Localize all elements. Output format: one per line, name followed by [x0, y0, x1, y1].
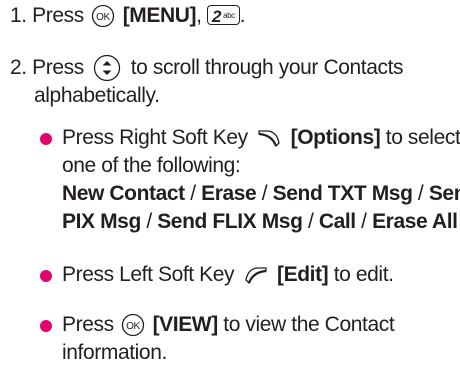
ok-key-icon: OK — [121, 314, 145, 337]
bullet-marker — [40, 320, 52, 332]
key-letters: abc — [223, 11, 235, 21]
bullet-2-text-after: to edit. — [333, 263, 394, 286]
edit-label: [Edit] — [277, 263, 329, 286]
bullet-1-line-2: one of the following: — [62, 154, 241, 177]
bullet-marker — [40, 270, 52, 282]
step-1-number: 1. — [10, 4, 27, 27]
options-line-2: PIX Msg / Send FLIX Msg / Call / Erase A… — [62, 208, 458, 236]
ok-key-icon-label: OK — [96, 12, 110, 23]
bullet-1-text-after: to select — [385, 126, 460, 149]
option-separator: / — [184, 182, 202, 205]
option-pix-msg: PIX Msg — [62, 210, 141, 233]
option-separator: / — [412, 182, 429, 205]
ok-key-icon: OK — [92, 5, 115, 28]
step-1: 1. Press OK [MENU], 2 abc . — [10, 2, 246, 30]
key-digit: 2 — [212, 6, 222, 26]
bullet-1-text-before: Press Right Soft Key — [62, 126, 248, 149]
view-label: [VIEW] — [152, 313, 219, 336]
left-soft-key-icon — [244, 267, 267, 285]
options-label: [Options] — [290, 126, 381, 149]
option-separator: / — [256, 182, 273, 205]
option-separator: / — [140, 210, 158, 233]
option-separator: / — [355, 210, 373, 233]
step-2-number: 2. — [10, 56, 27, 79]
bullet-2-line-1: Press Left Soft Key [Edit] to edit. — [62, 261, 394, 289]
bullet-2-text-before: Press Left Soft Key — [62, 263, 235, 286]
bullet-3-text-before: Press — [62, 313, 114, 336]
option-separator: / — [302, 210, 319, 233]
option-erase-all: Erase All — [372, 210, 458, 233]
period: . — [239, 4, 246, 27]
bullet-3-text-after: to view the Contact — [223, 313, 395, 336]
two-abc-key-icon: 2 abc — [207, 4, 240, 26]
step-2-line-1: 2. Press to scroll through your Contacts — [10, 54, 404, 82]
option-send: Send — [428, 182, 460, 205]
option-send-flix-msg: Send FLIX Msg — [157, 210, 303, 233]
option-erase: Erase — [201, 182, 257, 205]
nav-up-down-icon — [94, 55, 121, 82]
step-2-text-after: to scroll through your Contacts — [130, 56, 404, 79]
step-2-line-2: alphabetically. — [34, 84, 160, 107]
step-1-text: Press — [32, 4, 84, 27]
ok-key-icon-label: OK — [126, 321, 140, 332]
step-2-text-before: Press — [32, 56, 84, 79]
right-soft-key-icon — [258, 130, 280, 148]
option-call: Call — [318, 210, 356, 233]
menu-label: [MENU] — [122, 4, 197, 27]
bullet-1-line-1: Press Right Soft Key [Options] to select — [62, 124, 460, 152]
comma: , — [196, 4, 202, 27]
bullet-marker — [40, 133, 52, 145]
bullet-3-line-2: information. — [62, 341, 167, 364]
options-line-1: New Contact / Erase / Send TXT Msg / Sen… — [62, 180, 460, 208]
option-send-txt-msg: Send TXT Msg — [272, 182, 413, 205]
option-new-contact: New Contact — [62, 182, 185, 205]
bullet-3-line-1: Press OK [VIEW] to view the Contact — [62, 311, 395, 339]
